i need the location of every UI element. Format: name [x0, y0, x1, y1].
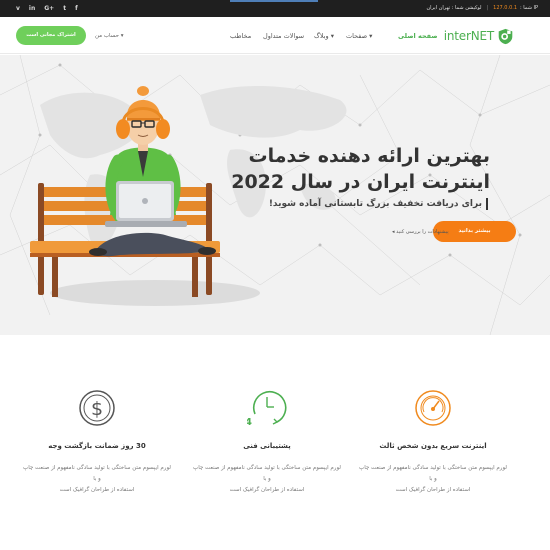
ip-value: 127.0.0.1 [493, 5, 518, 11]
feature-fast-internet: اینترنت سریع بدون شخص ثالث لورم ایپسوم م… [358, 388, 508, 496]
feature-text: لورم ایپسوم متن ساختگی با تولید سادگی نا… [193, 465, 341, 493]
feature-tech-support: 24 پشتیبانی فنی لورم ایپسوم متن ساختگی ب… [192, 388, 342, 496]
twitter-icon[interactable]: t [63, 3, 66, 14]
nav-contact[interactable]: مخاطب [230, 28, 251, 44]
logo-text: interNET [443, 29, 494, 43]
dollar-coin-icon: $ [79, 390, 115, 426]
clock-24-icon: 24 [247, 390, 287, 428]
check-offers-link[interactable]: ◂ پیشنهادات را بررسی کنید [392, 227, 449, 237]
feature-title: پشتیبانی فنی [243, 442, 291, 450]
vimeo-icon[interactable]: v [16, 3, 20, 14]
speedometer-icon [415, 390, 451, 426]
hero-illustration [0, 55, 550, 335]
feature-text: لورم ایپسوم متن ساختگی با تولید سادگی نا… [359, 465, 507, 493]
linkedin-icon[interactable]: in [29, 3, 35, 14]
feature-title: 30 روز ضمانت بازگشت وجه [48, 442, 146, 450]
feature-text: لورم ایپسوم متن ساختگی با تولید سادگی نا… [23, 465, 171, 493]
top-bar: v in G+ t f IP شما : 127.0.0.1 | لوکیشن … [0, 0, 550, 17]
hero-title: بهترین ارائه دهنده خدمات اینترنت ایران د… [231, 145, 490, 193]
site-header: interNET صفحه اصلی صفحات ▾ وبلاگ ▾ سوالا… [0, 17, 550, 54]
top-bar-accent [230, 0, 318, 2]
svg-text:$: $ [91, 398, 103, 420]
account-menu[interactable]: حساب من ▾ [95, 29, 124, 43]
feature-title: اینترنت سریع بدون شخص ثالث [379, 442, 487, 450]
feature-money-back: $ 30 روز ضمانت بازگشت وجه لورم ایپسوم مت… [22, 388, 172, 496]
location-label: لوکیشن شما : تهران ایران [426, 5, 482, 11]
facebook-icon[interactable]: f [75, 3, 78, 14]
social-links: v in G+ t f [16, 3, 78, 14]
hero-section: بهترین ارائه دهنده خدمات اینترنت ایران د… [0, 55, 550, 335]
free-trial-button[interactable]: اشتراک مجانی است [16, 26, 86, 45]
nav-blog[interactable]: وبلاگ ▾ [314, 28, 334, 44]
google-plus-icon[interactable]: G+ [44, 3, 54, 14]
separator: | [486, 5, 489, 11]
nav-pages[interactable]: صفحات ▾ [346, 28, 372, 44]
logo-shield-icon [498, 28, 513, 44]
nav-faq[interactable]: سوالات متداول [263, 28, 304, 44]
nav-home[interactable]: صفحه اصلی [398, 28, 438, 44]
hero-subtitle: برای دریافت تخفیف بزرگ تابستانی آماده شو… [269, 198, 488, 210]
svg-text:24: 24 [247, 417, 252, 428]
logo[interactable]: interNET [444, 27, 514, 45]
ip-label: IP شما : [520, 5, 538, 11]
ip-info: IP شما : 127.0.0.1 | لوکیشن شما : تهران … [426, 3, 538, 14]
